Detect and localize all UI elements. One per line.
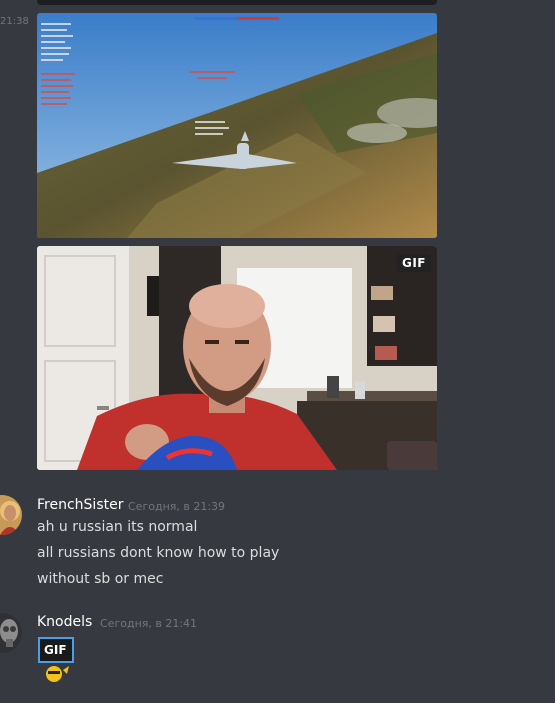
message-time: Сегодня, в 21:39 [128, 500, 226, 513]
gif-image [37, 246, 437, 470]
message-author[interactable]: Knodels [37, 614, 92, 630]
game-screenshot-embed[interactable] [37, 13, 437, 238]
gas-mask-avatar-icon [0, 613, 22, 653]
jesus-avatar-icon [0, 495, 22, 535]
message-timestamp: 21:38 [0, 16, 29, 27]
message-line: all russians dont know how to play [37, 545, 280, 561]
gif-sticker-icon[interactable]: GIF [37, 636, 77, 684]
message-line: without sb or mec [37, 571, 164, 587]
previous-embed-edge [37, 0, 437, 5]
gif-badge: GIF [396, 254, 431, 272]
user-avatar[interactable] [0, 613, 22, 653]
message-line: ah u russian its normal [37, 519, 198, 535]
user-avatar[interactable] [0, 495, 22, 535]
message-author[interactable]: FrenchSister [37, 497, 123, 513]
game-screenshot-image [37, 13, 437, 238]
gif-embed[interactable]: GIF [37, 246, 437, 470]
gif-sticker-label: GIF [44, 643, 67, 657]
message-time: Сегодня, в 21:41 [100, 617, 198, 630]
